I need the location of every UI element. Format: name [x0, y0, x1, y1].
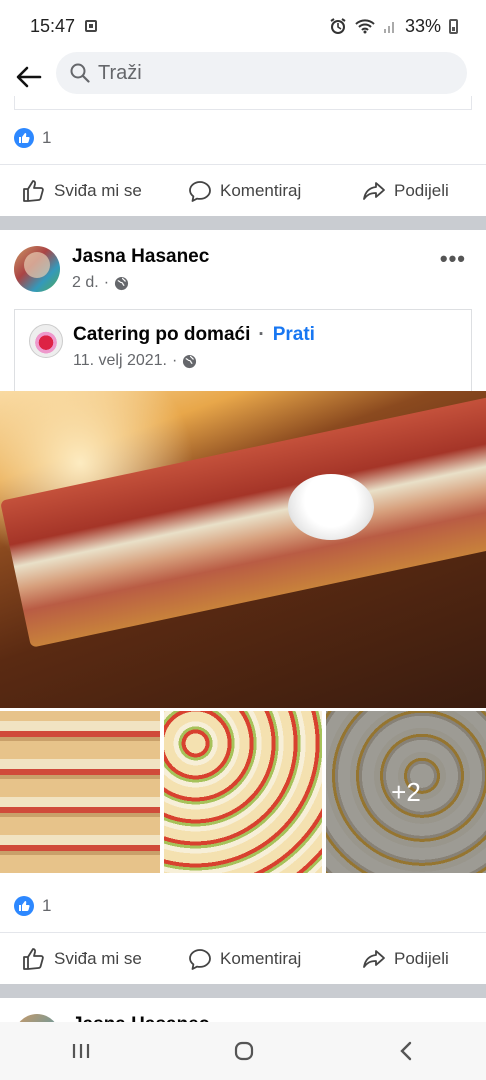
- share-icon: [363, 949, 385, 968]
- system-navigation-bar: [0, 1022, 486, 1080]
- post-time[interactable]: 2 d.: [72, 274, 99, 292]
- comment-icon: [189, 180, 211, 202]
- more-photos-count: +2: [391, 776, 421, 807]
- post-action-bar: Sviđa mi se Komentiraj Podijeli: [0, 932, 486, 984]
- share-button[interactable]: Podijeli: [362, 179, 449, 203]
- post-meta: 2 d. ·: [72, 274, 129, 292]
- wifi-icon: [355, 19, 375, 34]
- notification-icon: [85, 20, 98, 32]
- status-time: 15:47: [30, 15, 76, 36]
- previous-shared-box-edge: [14, 96, 472, 110]
- follow-button[interactable]: Prati: [273, 324, 315, 345]
- shared-post-date[interactable]: 11. velj 2021.: [73, 352, 167, 370]
- share-label: Podijeli: [394, 180, 449, 200]
- like-reaction-icon: [14, 896, 34, 916]
- like-label: Sviđa mi se: [54, 948, 142, 968]
- search-placeholder: Traži: [98, 61, 142, 84]
- alarm-icon: [330, 18, 346, 34]
- like-reaction-icon: [14, 128, 34, 148]
- more-photos-overlay: +2: [326, 711, 486, 873]
- thumbs-up-icon: [23, 179, 44, 202]
- comment-button[interactable]: Komentiraj: [188, 179, 301, 203]
- back-button[interactable]: [0, 52, 58, 102]
- author-avatar[interactable]: [14, 246, 60, 292]
- photo-thumbnail-1[interactable]: [0, 711, 160, 873]
- home-button[interactable]: [233, 1040, 255, 1062]
- page-avatar[interactable]: [29, 324, 63, 358]
- photo-thumbnail-3[interactable]: +2: [326, 711, 486, 873]
- share-label: Podijeli: [394, 948, 449, 968]
- author-name[interactable]: Jasna Hasanec: [72, 246, 209, 268]
- photo-bowl-shape: [288, 474, 374, 540]
- meta-dot: ·: [103, 274, 110, 291]
- feed-separator: [0, 216, 486, 230]
- arrow-left-icon: [16, 66, 42, 88]
- previous-reaction-count: 1: [42, 128, 52, 147]
- post-reactions[interactable]: 1: [14, 891, 51, 921]
- post-header: Jasna Hasanec 2 d. · •••: [14, 246, 472, 296]
- meta-dot: ·: [172, 352, 178, 369]
- status-bar: 15:47 33%: [0, 0, 486, 52]
- search-input[interactable]: Traži: [56, 52, 467, 94]
- header-dot: ·: [258, 324, 265, 345]
- shared-post-meta: 11. velj 2021. ·: [73, 352, 197, 370]
- share-icon: [363, 181, 385, 200]
- page-name[interactable]: Catering po domaći: [73, 324, 250, 345]
- share-button[interactable]: Podijeli: [362, 947, 449, 971]
- thumbs-up-icon: [23, 947, 44, 970]
- comment-button[interactable]: Komentiraj: [188, 947, 301, 971]
- globe-icon: [183, 354, 197, 368]
- comment-label: Komentiraj: [220, 180, 302, 200]
- search-header: Traži: [0, 52, 486, 102]
- reaction-count: 1: [42, 896, 52, 915]
- like-button[interactable]: Sviđa mi se: [22, 947, 142, 971]
- signal-icon: [383, 22, 394, 33]
- main-photo-charcuterie-board[interactable]: [0, 391, 486, 708]
- photo-thumbnail-2[interactable]: [164, 711, 322, 873]
- previous-post-action-bar: Sviđa mi se Komentiraj Podijeli: [0, 164, 486, 216]
- comment-icon: [189, 948, 211, 970]
- globe-icon: [114, 276, 129, 290]
- feed-separator: [0, 984, 486, 998]
- status-icons: 33%: [329, 16, 458, 37]
- search-icon: [70, 63, 90, 83]
- comment-label: Komentiraj: [220, 948, 302, 968]
- back-nav-button[interactable]: [396, 1040, 416, 1062]
- battery-icon: [449, 18, 458, 34]
- like-button[interactable]: Sviđa mi se: [22, 179, 142, 203]
- shared-post-box: Catering po domaći · Prati 11. velj 2021. …: [14, 309, 472, 391]
- recent-apps-button[interactable]: [70, 1041, 92, 1061]
- like-label: Sviđa mi se: [54, 180, 142, 200]
- more-options-icon[interactable]: •••: [440, 246, 466, 272]
- shared-page-header: Catering po domaći · Prati: [73, 324, 315, 346]
- battery-percent: 33%: [404, 15, 441, 36]
- previous-post-reactions[interactable]: 1: [14, 123, 51, 153]
